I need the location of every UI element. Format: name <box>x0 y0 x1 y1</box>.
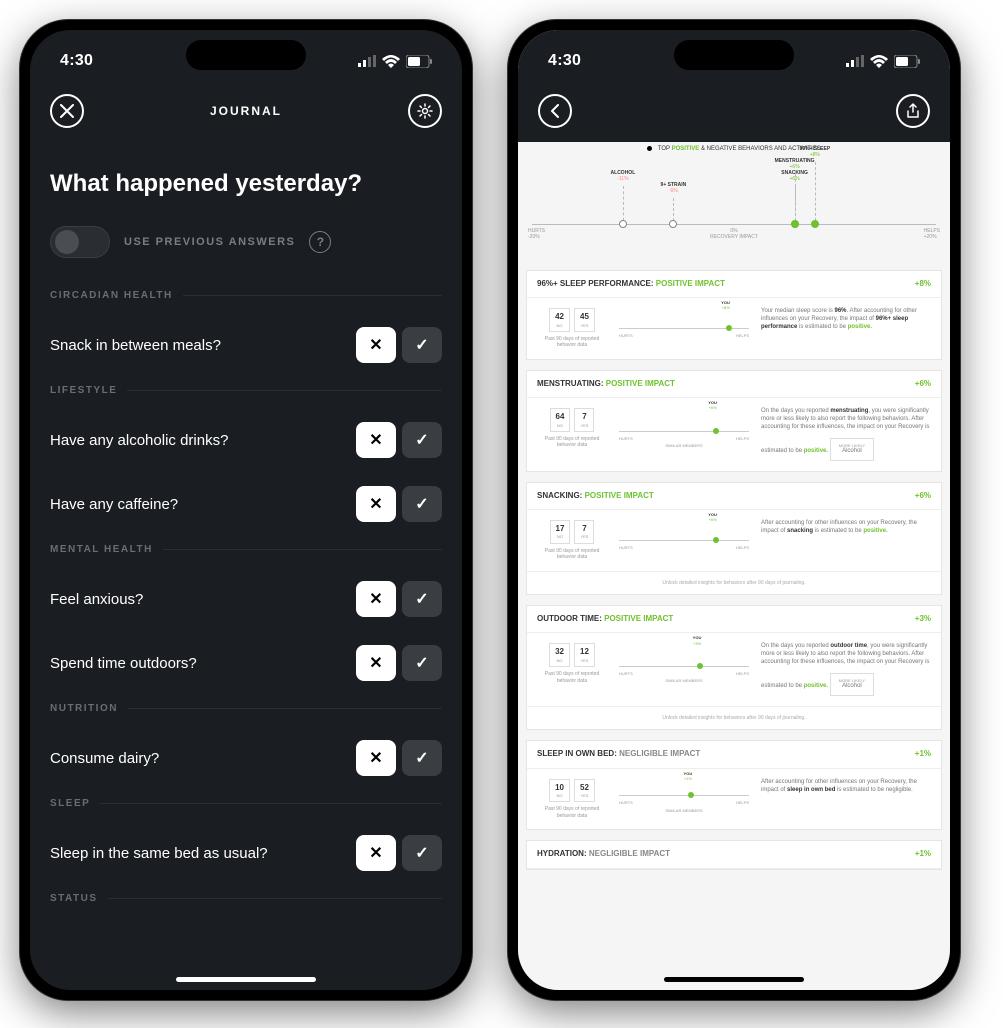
answer-no-button[interactable]: ✕ <box>356 422 396 458</box>
chart-point <box>619 220 627 228</box>
header <box>518 80 950 142</box>
question-row: Spend time outdoors? ✕ ✓ <box>50 631 442 695</box>
back-button[interactable] <box>538 94 572 128</box>
status-time: 4:30 <box>548 52 581 70</box>
answer-no-button[interactable]: ✕ <box>356 835 396 871</box>
chart-point-label: 9+ STRAIN-6% <box>661 182 687 195</box>
question-row: Sleep in the same bed as usual? ✕ ✓ <box>50 821 442 885</box>
question-row: Snack in between meals? ✕ ✓ <box>50 313 442 377</box>
section-label: STATUS <box>50 893 442 904</box>
chart-point <box>669 220 677 228</box>
section-label: CIRCADIAN HEALTH <box>50 290 442 301</box>
question-text: Have any alcoholic drinks? <box>50 432 228 449</box>
battery-icon <box>894 55 920 68</box>
notch <box>674 40 794 70</box>
previous-answers-toggle[interactable] <box>50 226 110 258</box>
question-text: Sleep in the same bed as usual? <box>50 845 268 862</box>
question-text: Feel anxious? <box>50 591 143 608</box>
section-label: SLEEP <box>50 798 442 809</box>
close-button[interactable] <box>50 94 84 128</box>
answer-no-button[interactable]: ✕ <box>356 645 396 681</box>
chart-point <box>811 220 819 228</box>
phone-right: 4:30 TOP POSITIVE & NEGATIVE BEHAVIORS A… <box>508 20 960 1000</box>
answer-no-button[interactable]: ✕ <box>356 740 396 776</box>
question-text: Spend time outdoors? <box>50 655 197 672</box>
chart-point-label: MENSTRUATING+6% <box>775 158 815 171</box>
answer-yes-button[interactable]: ✓ <box>402 486 442 522</box>
wifi-icon <box>382 55 400 68</box>
toggle-label: USE PREVIOUS ANSWERS <box>124 236 295 248</box>
question-row: Have any caffeine? ✕ ✓ <box>50 472 442 536</box>
impact-card: 96%+ SLEEP PERFORMANCE: POSITIVE IMPACT+… <box>526 270 942 360</box>
answer-yes-button[interactable]: ✓ <box>402 422 442 458</box>
impact-card: SLEEP IN OWN BED: NEGLIGIBLE IMPACT+1% 1… <box>526 740 942 830</box>
impact-card: HYDRATION: NEGLIGIBLE IMPACT+1% <box>526 840 942 869</box>
chart-point-label: ALCOHOL-11% <box>611 170 636 183</box>
notch <box>186 40 306 70</box>
cellular-icon <box>846 55 864 67</box>
impact-card: SNACKING: POSITIVE IMPACT+6% 17NO 7YES P… <box>526 482 942 595</box>
impact-card: OUTDOOR TIME: POSITIVE IMPACT+3% 32NO 12… <box>526 605 942 730</box>
question-text: Have any caffeine? <box>50 496 178 513</box>
analytics-content: TOP POSITIVE & NEGATIVE BEHAVIORS AND AC… <box>518 142 950 990</box>
answer-yes-button[interactable]: ✓ <box>402 835 442 871</box>
section-label: NUTRITION <box>50 703 442 714</box>
question-row: Feel anxious? ✕ ✓ <box>50 567 442 631</box>
answer-yes-button[interactable]: ✓ <box>402 327 442 363</box>
header: JOURNAL <box>30 80 462 142</box>
chart-point-label: 96%+ SLEEP+8% <box>799 146 830 159</box>
impact-card: MENSTRUATING: POSITIVE IMPACT+6% 64NO 7Y… <box>526 370 942 472</box>
answer-no-button[interactable]: ✕ <box>356 581 396 617</box>
section-label: MENTAL HEALTH <box>50 544 442 555</box>
answer-yes-button[interactable]: ✓ <box>402 581 442 617</box>
chart-point <box>791 220 799 228</box>
question-text: Snack in between meals? <box>50 337 221 354</box>
header-title: JOURNAL <box>210 104 282 118</box>
settings-button[interactable] <box>408 94 442 128</box>
question-row: Have any alcoholic drinks? ✕ ✓ <box>50 408 442 472</box>
chevron-left-icon <box>550 104 560 118</box>
answer-no-button[interactable]: ✕ <box>356 486 396 522</box>
question-row: Consume dairy? ✕ ✓ <box>50 726 442 790</box>
home-indicator[interactable] <box>664 977 804 982</box>
chart-caption: TOP POSITIVE & NEGATIVE BEHAVIORS AND AC… <box>526 146 942 154</box>
help-button[interactable]: ? <box>309 231 331 253</box>
main-question: What happened yesterday? <box>50 170 442 198</box>
answer-no-button[interactable]: ✕ <box>356 327 396 363</box>
share-button[interactable] <box>896 94 930 128</box>
answer-yes-button[interactable]: ✓ <box>402 645 442 681</box>
wifi-icon <box>870 55 888 68</box>
phone-left: 4:30 JOURNAL What happened yesterday? <box>20 20 472 1000</box>
gear-icon <box>417 103 433 119</box>
answer-yes-button[interactable]: ✓ <box>402 740 442 776</box>
impact-chart: ALCOHOL-11%9+ STRAIN-6%SNACKING+6%MENSTR… <box>532 162 936 252</box>
close-icon <box>60 104 74 118</box>
section-label: LIFESTYLE <box>50 385 442 396</box>
question-text: Consume dairy? <box>50 750 159 767</box>
cellular-icon <box>358 55 376 67</box>
battery-icon <box>406 55 432 68</box>
status-time: 4:30 <box>60 52 93 70</box>
share-icon <box>906 103 920 119</box>
home-indicator[interactable] <box>176 977 316 982</box>
